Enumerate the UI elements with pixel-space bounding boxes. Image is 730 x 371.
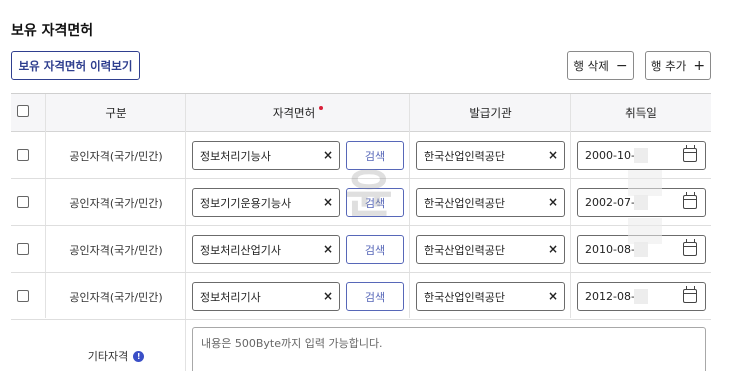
clear-icon[interactable]: ×: [548, 196, 558, 208]
date-field[interactable]: 2000-10-: [577, 141, 706, 170]
license-value: 정보처리산업기사: [200, 243, 281, 257]
row-category: 공인자격(국가/민간): [69, 196, 163, 210]
table-header: 구분 자격면허 발급기관 취득일: [11, 94, 711, 132]
redacted-blur: [634, 242, 648, 257]
date-value: 2012-08-: [585, 290, 635, 303]
redacted-blur: [634, 148, 648, 163]
license-history-button[interactable]: 보유 자격면허 이력보기: [11, 51, 140, 80]
select-all-checkbox[interactable]: [17, 105, 29, 117]
calendar-icon[interactable]: [683, 192, 697, 209]
clear-icon[interactable]: ×: [323, 149, 333, 161]
license-field[interactable]: 정보처리산업기사 ×: [192, 235, 340, 264]
table-row: 공인자격(국가/민간) 정보처리산업기사 × 검색 한국산업인력공단 × 201…: [11, 226, 711, 273]
header-category: 구분: [105, 106, 127, 120]
row-category: 공인자격(국가/민간): [69, 149, 163, 163]
table-row: 공인자격(국가/민간) 정보처리기능사 × 검색 한국산업인력공단 × 2000…: [11, 132, 711, 179]
license-table: 구분 자격면허 발급기관 취득일 공인자격(국가/민간) 정보처리기능사 × 검…: [11, 93, 711, 371]
date-value: 2010-08-: [585, 243, 635, 256]
row-category: 공인자격(국가/민간): [69, 290, 163, 304]
header-license: 자격면허: [186, 94, 410, 132]
other-qualification-row: 기타자격 ! 내용은 500Byte까지 입력 가능합니다.: [11, 318, 711, 371]
search-button[interactable]: 검색: [346, 141, 404, 170]
delete-row-button[interactable]: 행 삭제 −: [567, 51, 634, 80]
calendar-icon[interactable]: [683, 239, 697, 256]
clear-icon[interactable]: ×: [548, 243, 558, 255]
issuer-value: 한국산업인력공단: [424, 149, 505, 163]
row-checkbox[interactable]: [17, 149, 29, 161]
issuer-value: 한국산업인력공단: [424, 290, 505, 304]
section-title: 보유 자격면허: [11, 23, 94, 39]
ghost-overlay: [628, 170, 662, 196]
add-row-label: 행 추가: [650, 58, 687, 73]
row-checkbox[interactable]: [17, 196, 29, 208]
calendar-icon[interactable]: [683, 145, 697, 162]
date-value: 2000-10-: [585, 149, 635, 162]
row-category: 공인자격(국가/민간): [69, 243, 163, 257]
issuer-field[interactable]: 한국산업인력공단 ×: [416, 235, 565, 264]
issuer-field[interactable]: 한국산업인력공단 ×: [416, 141, 565, 170]
issuer-field[interactable]: 한국산업인력공단 ×: [416, 282, 565, 311]
issuer-value: 한국산업인력공단: [424, 196, 505, 210]
license-value: 정보처리기사: [200, 290, 261, 304]
required-dot-icon: [319, 106, 324, 110]
search-button[interactable]: 검색: [346, 282, 404, 311]
header-issuer: 발급기관: [469, 106, 512, 120]
clear-icon[interactable]: ×: [323, 290, 333, 302]
header-license-label: 자격면허: [272, 106, 316, 120]
redacted-blur: [634, 289, 648, 304]
license-value: 정보처리기능사: [200, 149, 271, 163]
clear-icon[interactable]: ×: [548, 290, 558, 302]
ghost-overlay: [628, 218, 662, 244]
date-value: 2002-07-: [585, 196, 635, 209]
minus-icon: −: [615, 57, 628, 74]
add-row-button[interactable]: 행 추가 +: [645, 51, 711, 80]
clear-icon[interactable]: ×: [548, 149, 558, 161]
row-checkbox[interactable]: [17, 290, 29, 302]
issuer-value: 한국산업인력공단: [424, 243, 505, 257]
row-checkbox[interactable]: [17, 243, 29, 255]
other-qualification-label: 기타자격 !: [46, 348, 186, 364]
issuer-field[interactable]: 한국산업인력공단 ×: [416, 188, 565, 217]
license-field[interactable]: 정보처리기사 ×: [192, 282, 340, 311]
table-row: 공인자격(국가/민간) 정보기기운용기능사 × 검색 한국산업인력공단 × 20…: [11, 179, 711, 226]
table-row: 공인자격(국가/민간) 정보처리기사 × 검색 한국산업인력공단 × 2012-…: [11, 273, 711, 320]
calendar-icon[interactable]: [683, 286, 697, 303]
license-field[interactable]: 정보기기운용기능사 ×: [192, 188, 340, 217]
header-acquired: 취득일: [625, 106, 657, 120]
search-button[interactable]: 검색: [346, 188, 404, 217]
license-field[interactable]: 정보처리기능사 ×: [192, 141, 340, 170]
date-field[interactable]: 2012-08-: [577, 282, 706, 311]
plus-icon: +: [693, 57, 706, 74]
other-label-text: 기타자격: [87, 350, 129, 363]
search-button[interactable]: 검색: [346, 235, 404, 264]
redacted-blur: [634, 195, 648, 210]
info-icon[interactable]: !: [133, 350, 145, 362]
other-qualification-textarea[interactable]: 내용은 500Byte까지 입력 가능합니다.: [192, 327, 706, 371]
clear-icon[interactable]: ×: [323, 243, 333, 255]
delete-row-label: 행 삭제: [573, 58, 609, 73]
license-value: 정보기기운용기능사: [200, 196, 292, 210]
clear-icon[interactable]: ×: [323, 196, 333, 208]
